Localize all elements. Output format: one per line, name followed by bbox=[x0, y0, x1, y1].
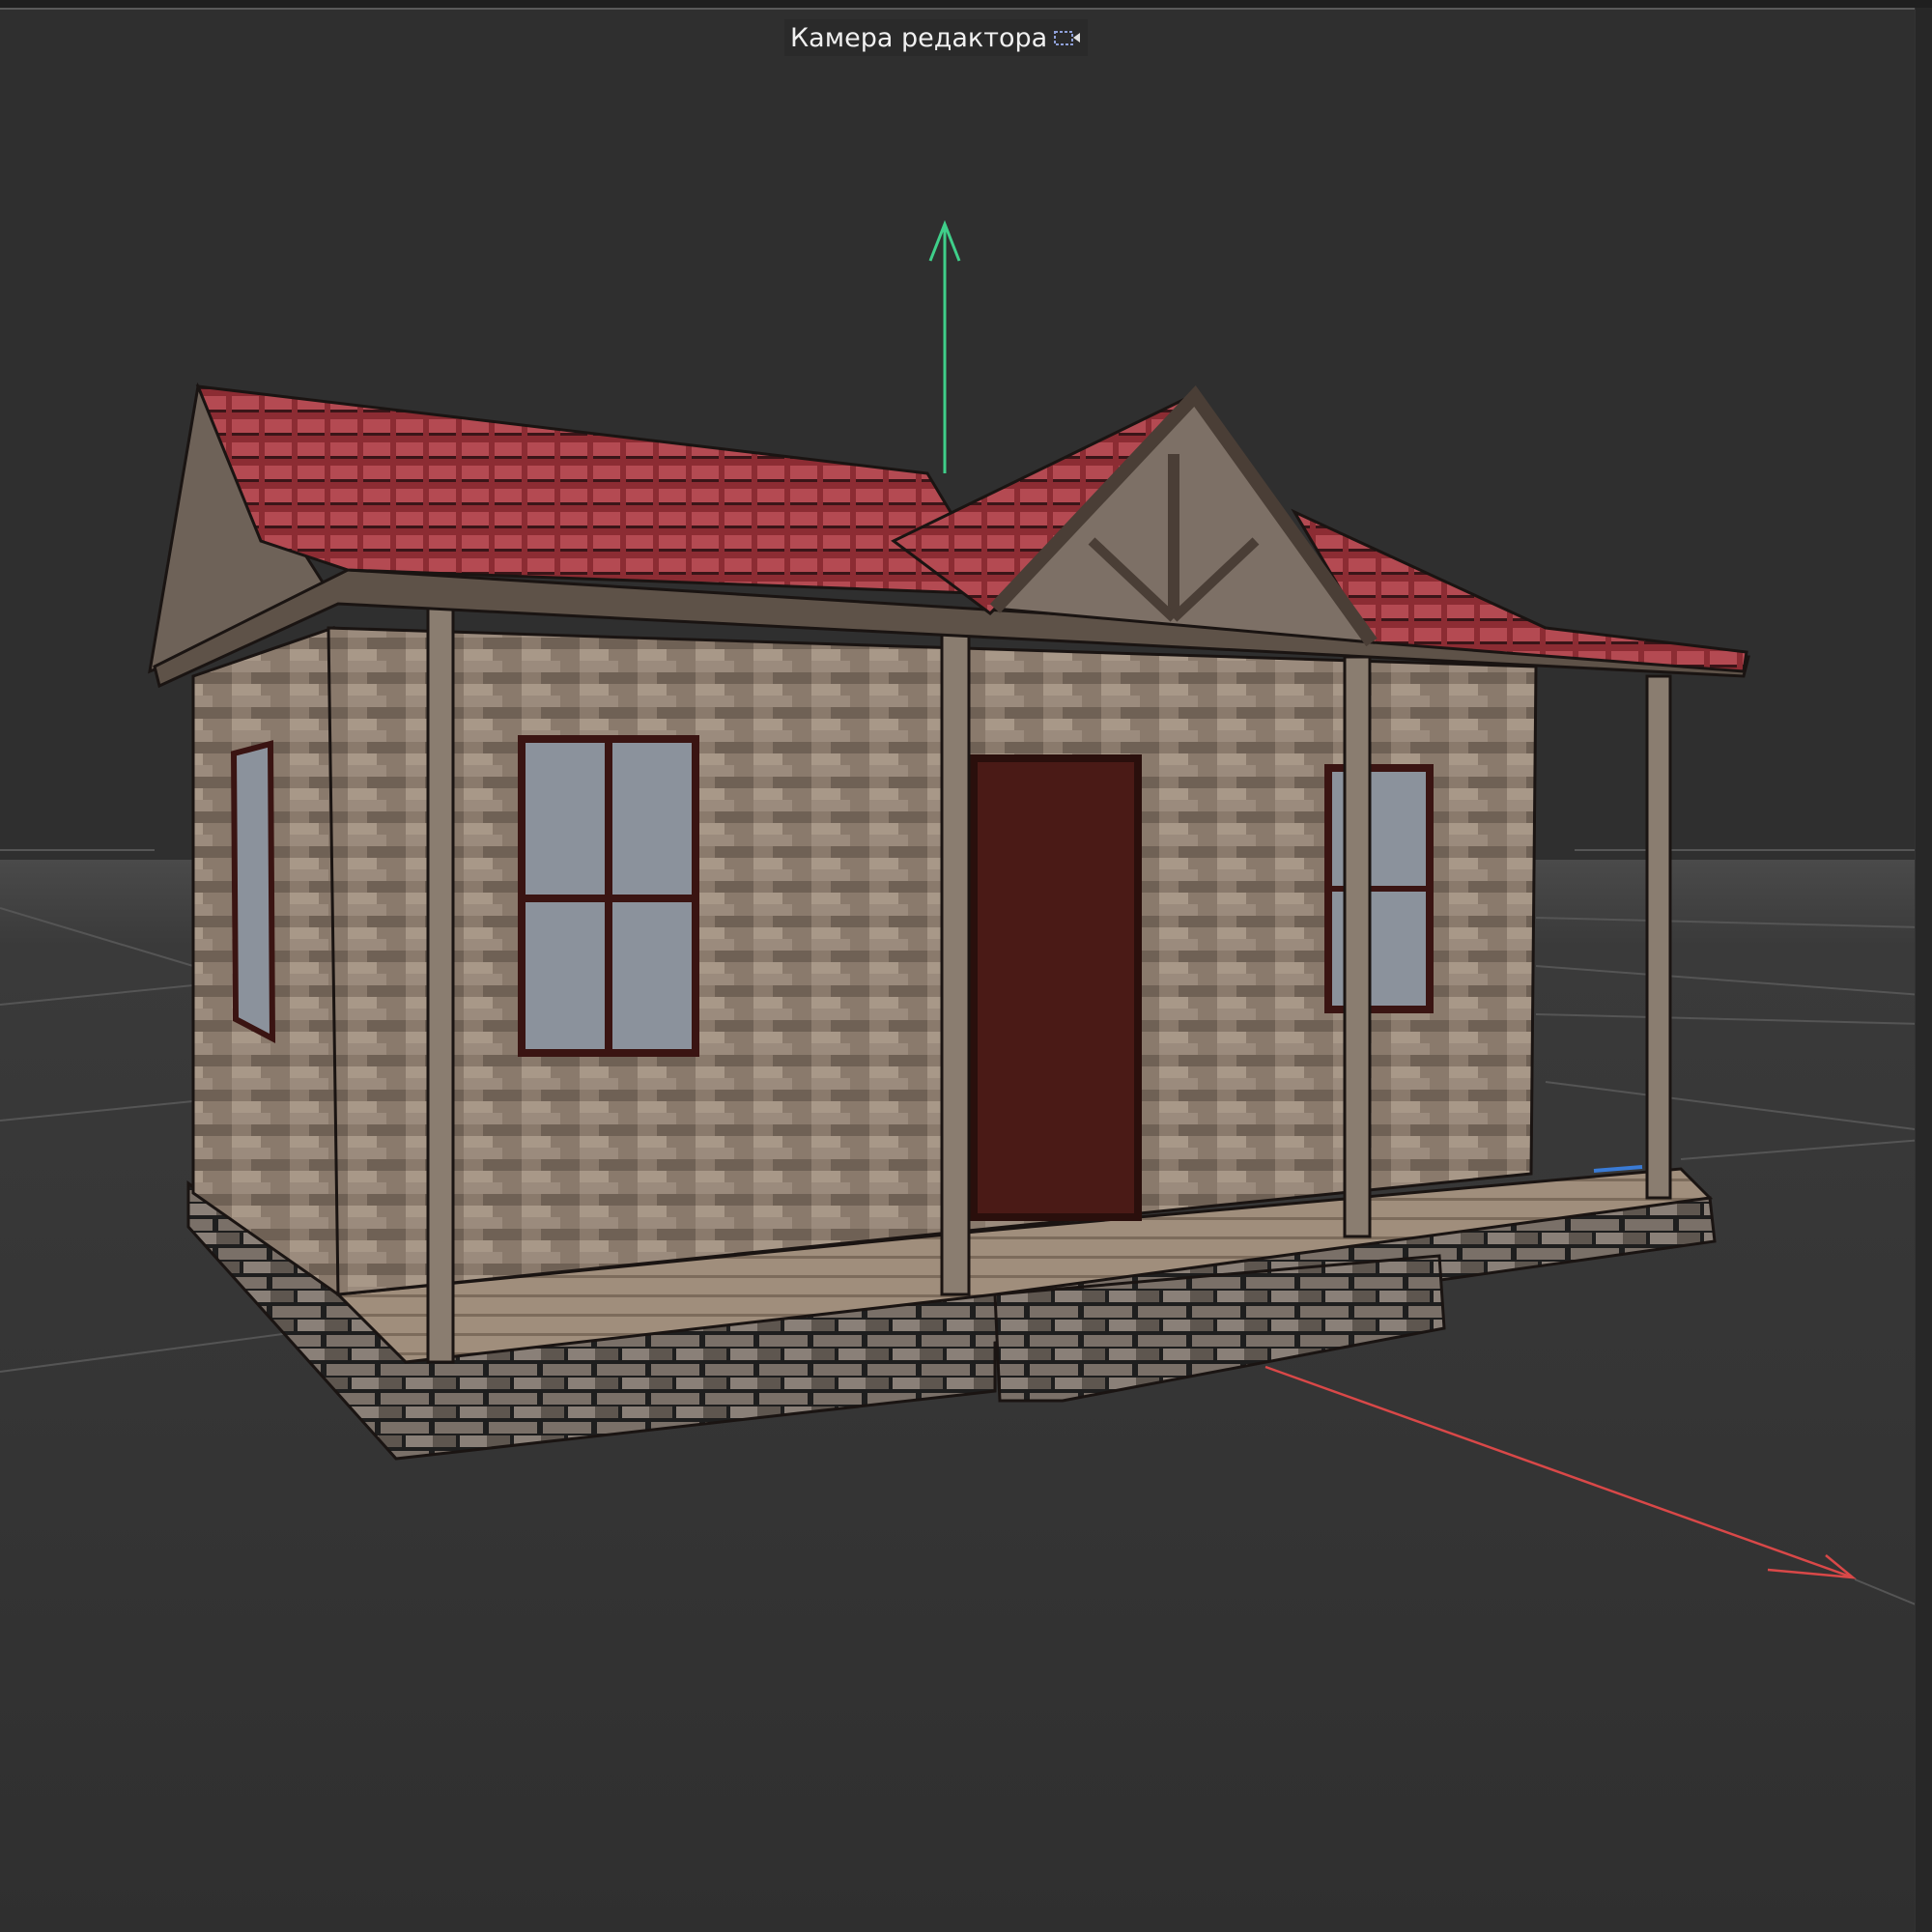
roof-main bbox=[195, 384, 1003, 596]
3d-viewport[interactable]: Камера редактора bbox=[0, 0, 1932, 1932]
camera-label-text: Камера редактора bbox=[790, 22, 1048, 53]
viewport-scrollbar[interactable] bbox=[1915, 8, 1932, 1932]
window-side bbox=[230, 740, 276, 1043]
front-door bbox=[970, 754, 1142, 1221]
y-axis-gizmo[interactable] bbox=[928, 219, 961, 473]
camera-label[interactable]: Камера редактора bbox=[784, 19, 1089, 56]
camera-icon bbox=[1054, 31, 1081, 45]
viewport-top-border bbox=[0, 0, 1932, 10]
viewport-scene[interactable] bbox=[0, 0, 1932, 1932]
